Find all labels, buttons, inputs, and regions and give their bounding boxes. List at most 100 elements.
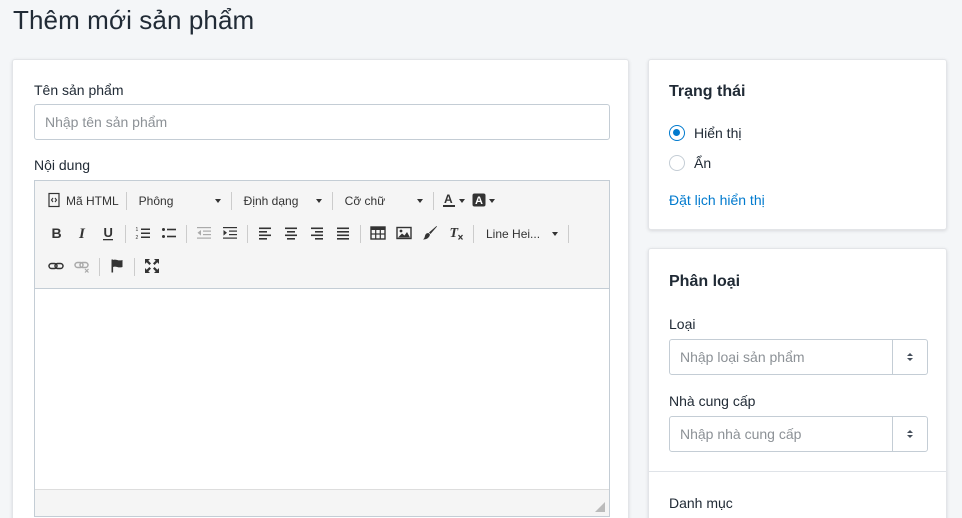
html-button[interactable]: Mã HTML: [43, 189, 122, 213]
chevron-down-icon: [315, 199, 322, 203]
product-type-input[interactable]: [670, 340, 892, 374]
link-button[interactable]: [43, 255, 69, 279]
align-left-icon: [257, 225, 273, 244]
italic-icon: I: [74, 225, 90, 244]
select-arrows-icon[interactable]: [892, 417, 927, 451]
toolbar-divider: [125, 225, 126, 243]
fullscreen-button[interactable]: [139, 255, 165, 279]
align-center-icon: [283, 225, 299, 244]
classification-card: Phân loại Loại Nhà cung cấp Danh mục: [648, 248, 947, 518]
toolbar-divider: [331, 192, 333, 210]
vendor-input[interactable]: [670, 417, 892, 451]
bold-icon: B: [48, 225, 64, 244]
chevron-down-icon: [552, 232, 558, 236]
editor-content-area[interactable]: [35, 289, 609, 489]
underline-button[interactable]: U: [95, 222, 121, 246]
radio-hidden-label: Ẩn: [694, 155, 712, 171]
format-dropdown[interactable]: Định dạng: [236, 189, 328, 213]
unordered-list-icon: [161, 225, 177, 244]
svg-text:T: T: [450, 226, 460, 241]
svg-text:1: 1: [136, 227, 139, 233]
chevron-down-icon: [458, 199, 465, 203]
font-dropdown-label: Phông: [138, 194, 174, 208]
background-color-button[interactable]: A: [468, 189, 498, 213]
table-button[interactable]: [365, 222, 391, 246]
align-center-button[interactable]: [278, 222, 304, 246]
line-height-dropdown-label: Line Hei...: [486, 227, 541, 241]
vendor-label: Nhà cung cấp: [669, 393, 756, 409]
clear-format-icon: T: [448, 225, 464, 244]
link-icon: [48, 258, 64, 277]
chevron-down-icon: [416, 199, 423, 203]
font-dropdown[interactable]: Phông: [131, 189, 227, 213]
radio-hidden[interactable]: Ẩn: [669, 155, 711, 171]
status-title: Trạng thái: [669, 83, 746, 100]
toolbar-divider: [247, 225, 248, 243]
select-arrows-icon[interactable]: [892, 340, 927, 374]
html-button-label: Mã HTML: [66, 194, 119, 208]
toolbar-divider: [360, 225, 361, 243]
product-main-card: Tên sản phẩm Nội dung Mã HTML Phông Định…: [12, 59, 629, 518]
product-name-input[interactable]: [34, 104, 610, 140]
ordered-list-button[interactable]: 12: [130, 222, 156, 246]
svg-text:2: 2: [136, 235, 139, 241]
unordered-list-button[interactable]: [156, 222, 182, 246]
unlink-button[interactable]: [69, 255, 95, 279]
editor-toolbar: Mã HTML Phông Định dạng Cỡ chữ A A B I U…: [35, 181, 609, 289]
section-divider: [649, 471, 946, 472]
italic-button[interactable]: I: [69, 222, 95, 246]
font-color-button[interactable]: A: [438, 189, 468, 213]
product-type-combobox[interactable]: [669, 339, 928, 375]
toolbar-divider: [473, 225, 474, 243]
rich-text-editor: Mã HTML Phông Định dạng Cỡ chữ A A B I U…: [34, 180, 610, 517]
svg-text:A: A: [444, 192, 453, 206]
table-icon: [370, 225, 386, 244]
paint-brush-icon: [422, 225, 438, 244]
toolbar-divider: [230, 192, 232, 210]
editor-statusbar: [35, 489, 609, 516]
underline-icon: U: [100, 225, 116, 244]
toolbar-divider: [432, 192, 434, 210]
status-card: Trạng thái Hiển thị Ẩn Đặt lịch hiển thị: [648, 59, 947, 230]
anchor-button[interactable]: [104, 255, 130, 279]
radio-visible-label: Hiển thị: [694, 125, 742, 141]
flag-icon: [109, 258, 125, 277]
radio-button-unchecked[interactable]: [669, 155, 685, 171]
toolbar-divider: [99, 258, 100, 276]
page-title: Thêm mới sản phẩm: [13, 5, 255, 35]
svg-text:U: U: [104, 225, 113, 240]
background-color-icon: A: [471, 192, 487, 211]
code-icon: [46, 192, 62, 211]
radio-visible[interactable]: Hiển thị: [669, 125, 741, 141]
align-right-icon: [309, 225, 325, 244]
svg-text:I: I: [78, 226, 86, 241]
vendor-combobox[interactable]: [669, 416, 928, 452]
toolbar-divider: [134, 258, 135, 276]
font-size-dropdown-label: Cỡ chữ: [344, 194, 386, 208]
align-left-button[interactable]: [252, 222, 278, 246]
resize-handle-icon[interactable]: [595, 502, 605, 512]
svg-text:A: A: [475, 195, 483, 207]
product-name-label: Tên sản phẩm: [34, 82, 124, 98]
classification-title: Phân loại: [669, 273, 741, 290]
clear-format-button[interactable]: T: [443, 222, 469, 246]
font-size-dropdown[interactable]: Cỡ chữ: [337, 189, 429, 213]
justify-button[interactable]: [330, 222, 356, 246]
align-right-button[interactable]: [304, 222, 330, 246]
chevron-down-icon: [214, 199, 221, 203]
outdent-button[interactable]: [191, 222, 217, 246]
outdent-icon: [196, 225, 212, 244]
schedule-display-link[interactable]: Đặt lịch hiển thị: [669, 192, 765, 208]
justify-icon: [335, 225, 351, 244]
radio-button-checked[interactable]: [669, 125, 685, 141]
image-button[interactable]: [391, 222, 417, 246]
format-dropdown-label: Định dạng: [243, 194, 299, 208]
line-height-dropdown[interactable]: Line Hei...: [478, 222, 564, 246]
indent-button[interactable]: [217, 222, 243, 246]
ordered-list-icon: 12: [135, 225, 151, 244]
bold-button[interactable]: B: [43, 222, 69, 246]
toolbar-divider: [568, 225, 569, 243]
paint-brush-button[interactable]: [417, 222, 443, 246]
toolbar-divider: [186, 225, 187, 243]
content-label: Nội dung: [34, 157, 91, 173]
